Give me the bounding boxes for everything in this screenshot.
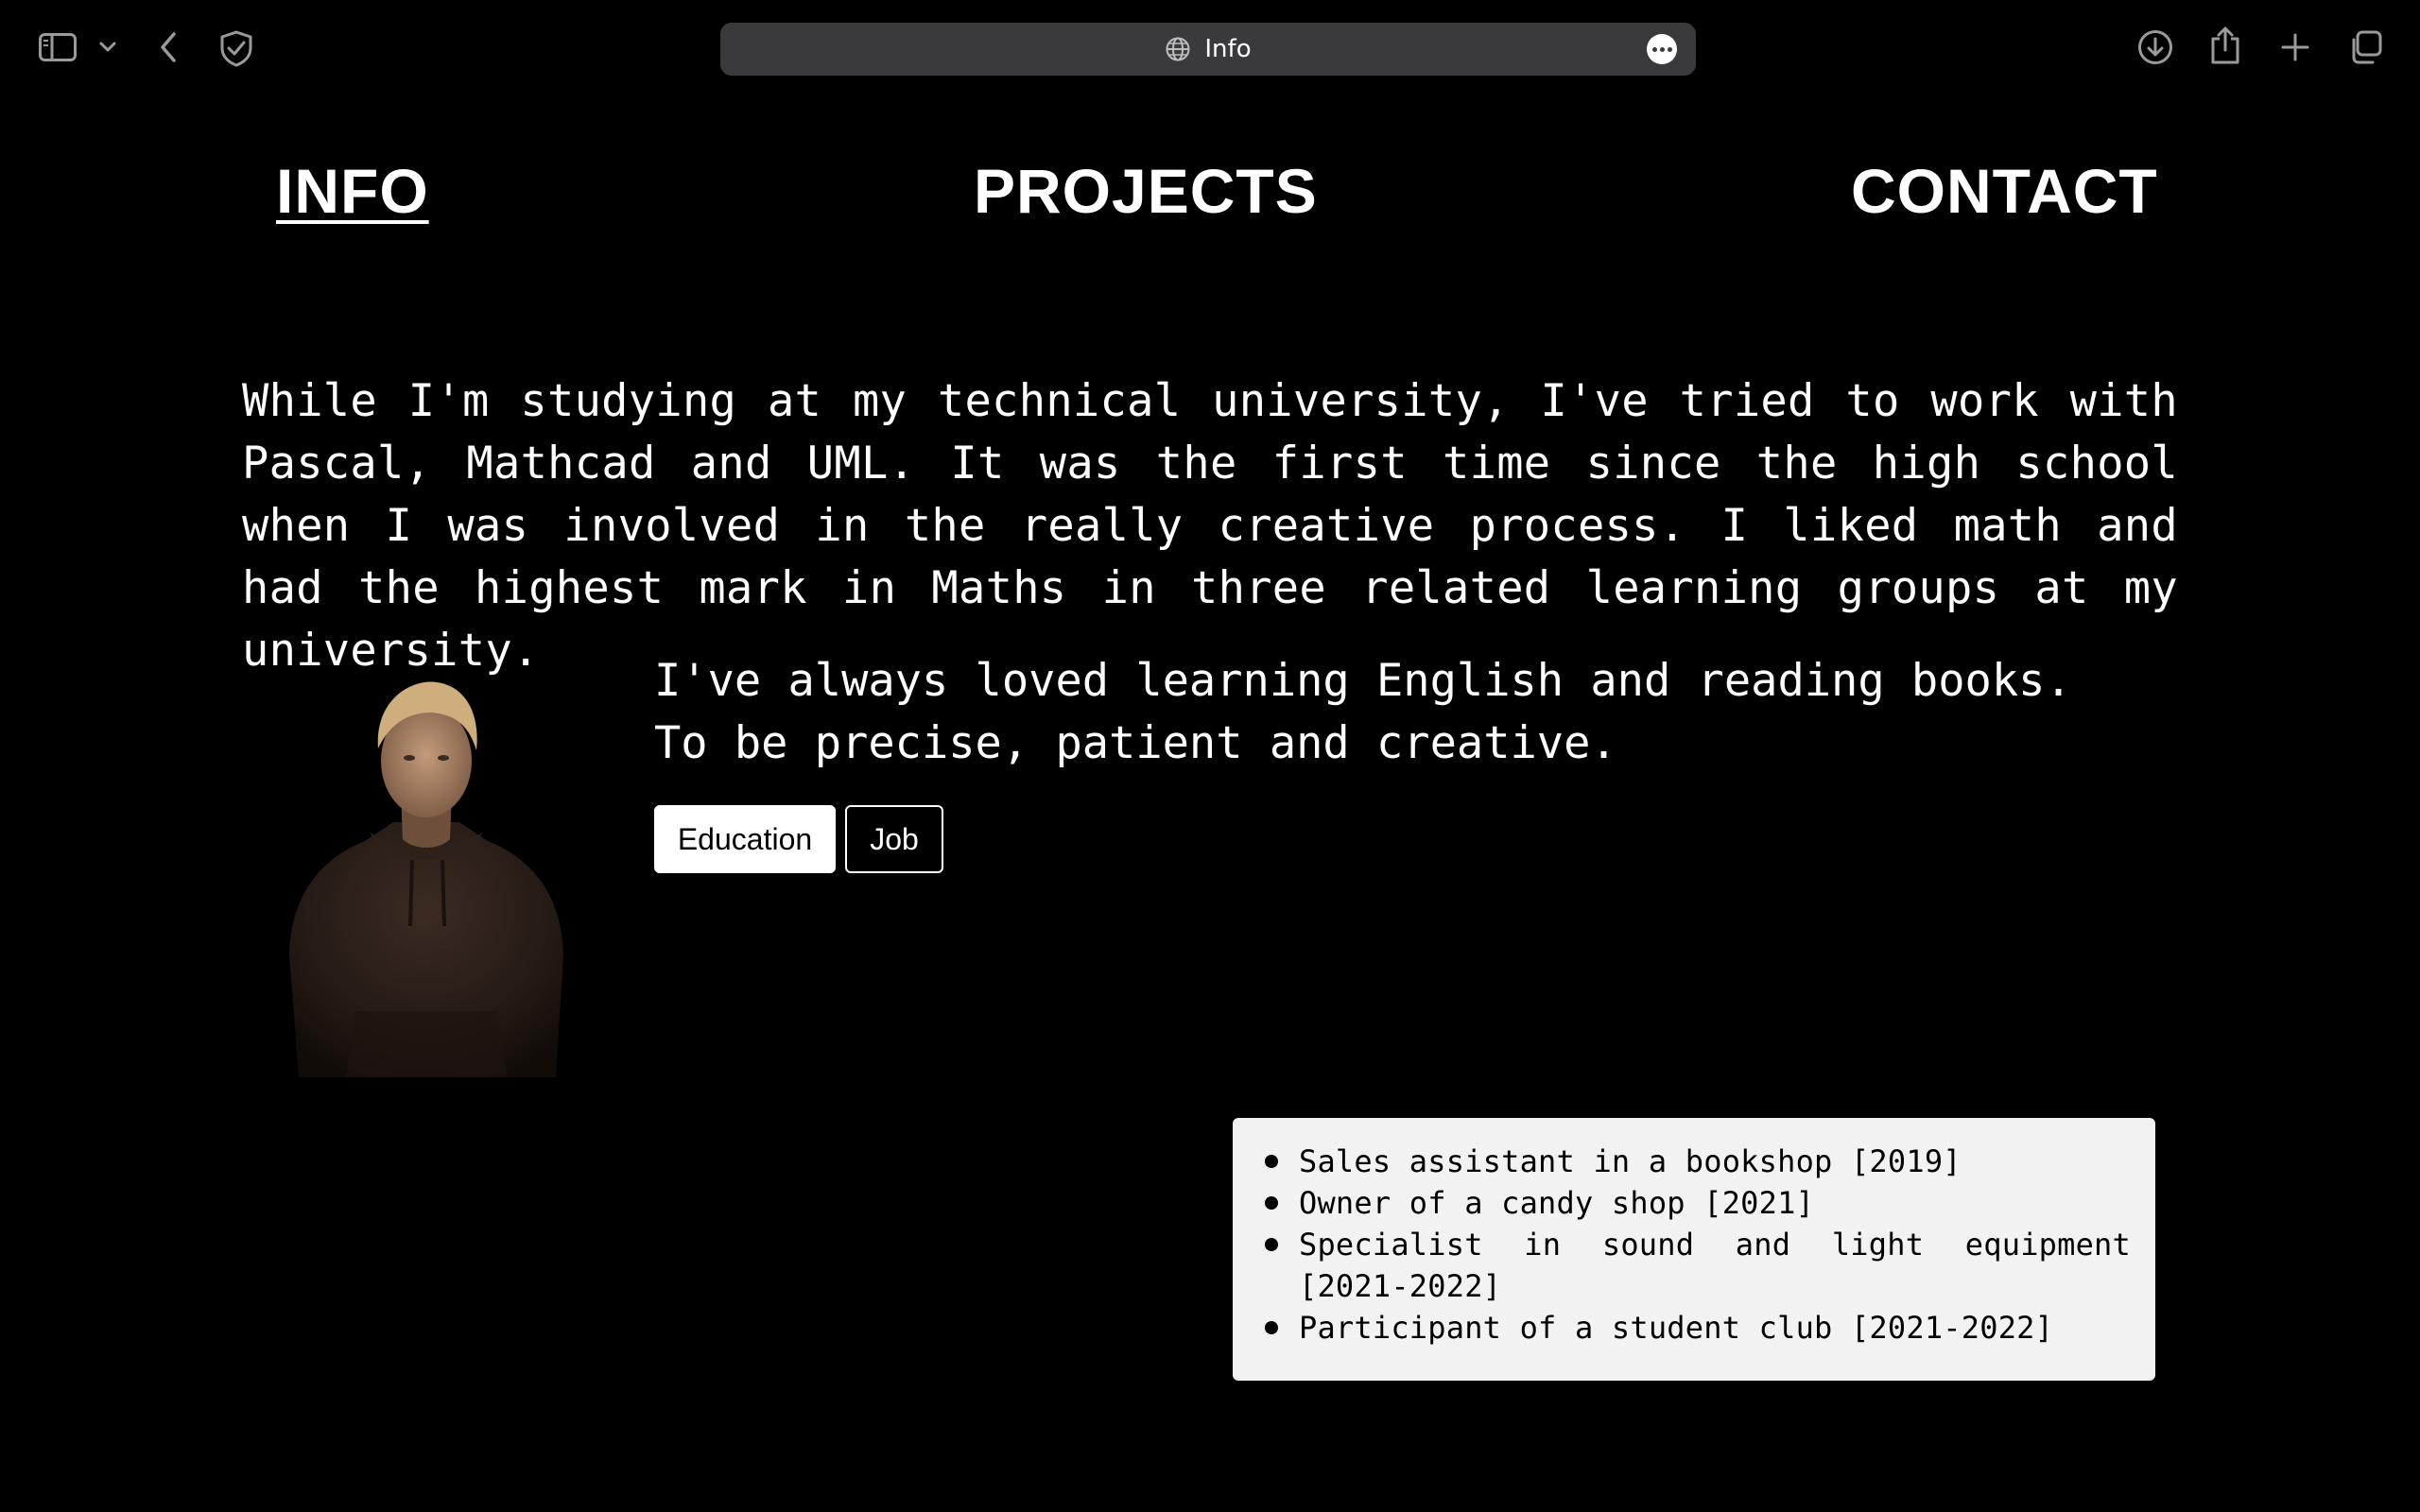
- chevron-down-icon[interactable]: [95, 34, 121, 60]
- intro-paragraph: While I'm studying at my technical unive…: [242, 375, 2178, 677]
- nav-info[interactable]: INFO: [276, 151, 429, 231]
- list-item: Owner of a candy shop [2021]: [1257, 1182, 2131, 1224]
- back-icon[interactable]: [151, 28, 185, 66]
- shield-icon[interactable]: [216, 28, 257, 68]
- nav-projects[interactable]: PROJECTS: [974, 151, 1318, 231]
- portrait-photo: [280, 671, 573, 1077]
- job-button[interactable]: Job: [845, 805, 943, 873]
- more-icon[interactable]: [1647, 34, 1677, 64]
- tagline-line-1: I've always loved learning English and r…: [654, 655, 2072, 707]
- browser-toolbar: Info: [0, 0, 2420, 94]
- tagline-line-2: To be precise, patient and creative.: [654, 717, 1617, 769]
- sidebar-icon[interactable]: [36, 30, 79, 64]
- plus-icon[interactable]: [2276, 28, 2314, 66]
- tabs-overview-icon[interactable]: [2346, 28, 2384, 66]
- address-bar[interactable]: Info: [720, 23, 1696, 76]
- tagline: I've always loved learning English and r…: [654, 650, 2072, 775]
- share-icon[interactable]: [2206, 25, 2244, 66]
- list-item: Specialist in sound and light equipment …: [1257, 1224, 2131, 1307]
- download-icon[interactable]: [2136, 28, 2174, 66]
- globe-icon: [1165, 36, 1191, 62]
- list-item: Sales assistant in a bookshop [2019]: [1257, 1141, 2131, 1182]
- job-list: Sales assistant in a bookshop [2019] Own…: [1257, 1141, 2131, 1349]
- nav-contact[interactable]: CONTACT: [1851, 151, 2158, 231]
- tab-title: Info: [1204, 35, 1252, 63]
- education-button[interactable]: Education: [654, 805, 836, 873]
- list-item: Participant of a student club [2021-2022…: [1257, 1307, 2131, 1349]
- job-list-card: Sales assistant in a bookshop [2019] Own…: [1233, 1118, 2155, 1381]
